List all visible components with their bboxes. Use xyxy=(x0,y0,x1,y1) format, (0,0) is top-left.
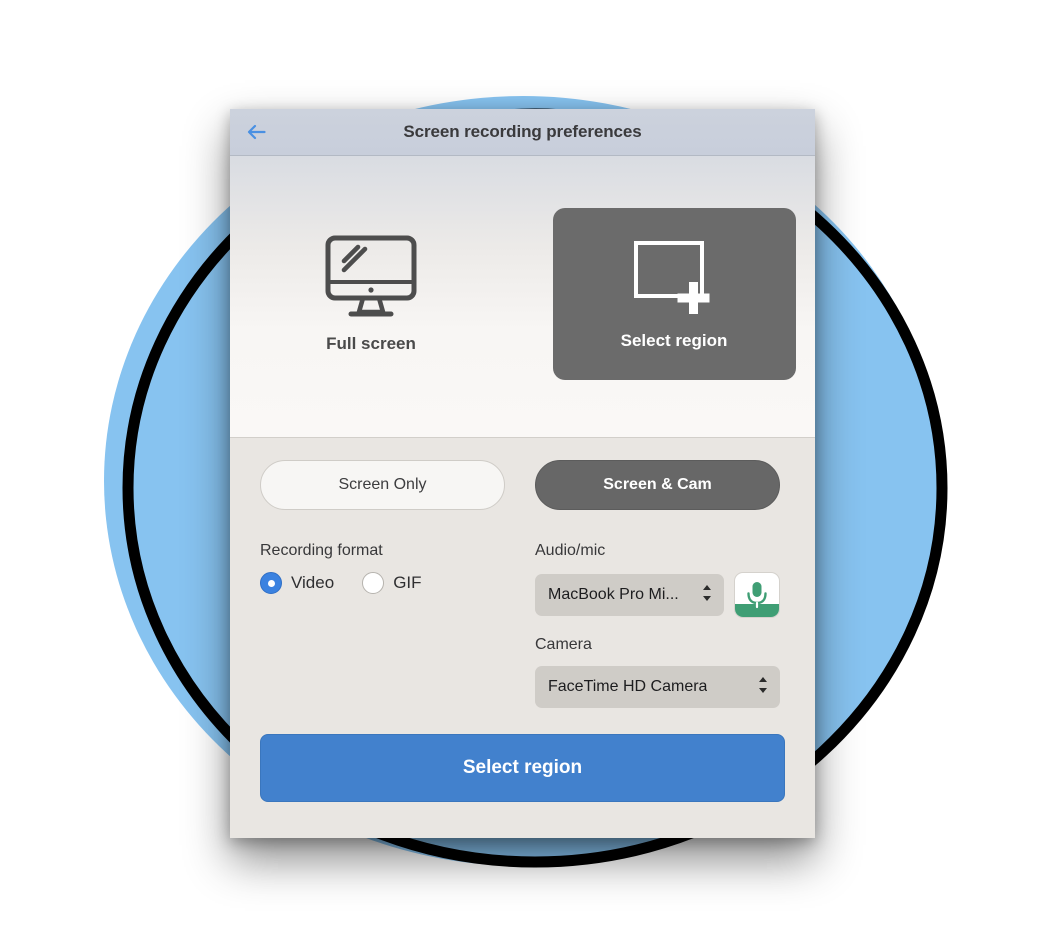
microphone-icon xyxy=(747,582,767,609)
audio-device-select[interactable]: MacBook Pro Mi... xyxy=(535,574,724,616)
recording-format-block: Recording format Video GIF xyxy=(260,542,505,708)
chevron-updown-icon xyxy=(701,583,713,608)
audio-device-value: MacBook Pro Mi... xyxy=(548,586,679,603)
preferences-window: Screen recording preferences Full screen xyxy=(230,109,815,838)
radio-gif-label: GIF xyxy=(393,573,422,592)
back-arrow-icon[interactable] xyxy=(242,117,272,147)
screenshot-canvas: Screen recording preferences Full screen xyxy=(0,0,1060,950)
mode-card-full-screen[interactable]: Full screen xyxy=(250,208,493,380)
toggle-screen-only[interactable]: Screen Only xyxy=(260,460,505,510)
region-crosshair-icon xyxy=(634,240,710,314)
monitor-icon xyxy=(325,235,417,316)
radio-video-indicator[interactable] xyxy=(260,572,282,594)
settings-columns: Recording format Video GIF Audio/mic Mac… xyxy=(260,542,785,708)
radio-video-label: Video xyxy=(291,573,335,592)
radio-gif-indicator[interactable] xyxy=(362,572,385,594)
mode-label-full-screen: Full screen xyxy=(326,333,416,353)
toggle-screen-only-label: Screen Only xyxy=(338,476,427,493)
audio-block: Audio/mic MacBook Pro Mi... xyxy=(535,542,780,618)
camera-device-select[interactable]: FaceTime HD Camera xyxy=(535,666,780,708)
toggle-screen-and-cam[interactable]: Screen & Cam xyxy=(535,460,780,510)
mode-card-select-region[interactable]: Select region xyxy=(552,207,796,380)
settings-section: Screen Only Screen & Cam Recording forma… xyxy=(230,438,815,838)
audio-row: MacBook Pro Mi... xyxy=(535,572,780,618)
camera-block: Camera FaceTime HD Camera xyxy=(535,636,780,708)
radio-option-video[interactable]: Video xyxy=(260,572,334,594)
radio-option-gif[interactable]: GIF xyxy=(362,572,422,594)
mode-label-select-region: Select region xyxy=(620,330,728,350)
recording-format-label: Recording format xyxy=(260,542,383,559)
window-titlebar: Screen recording preferences xyxy=(230,109,815,156)
camera-label: Camera xyxy=(535,636,592,653)
recording-format-options: Video GIF xyxy=(260,572,505,594)
device-settings-block: Audio/mic MacBook Pro Mi... Camera FaceT… xyxy=(535,542,780,708)
select-region-button-label: Select region xyxy=(462,757,583,778)
camera-device-value: FaceTime HD Camera xyxy=(548,678,708,695)
source-toggle-group: Screen Only Screen & Cam xyxy=(260,460,785,510)
audio-label: Audio/mic xyxy=(535,542,606,559)
chevron-updown-icon-camera xyxy=(757,675,769,700)
capture-mode-section: Full screen Select region xyxy=(230,156,815,438)
select-region-button[interactable]: Select region xyxy=(260,734,785,802)
toggle-screen-and-cam-label: Screen & Cam xyxy=(603,476,712,493)
mic-toggle-button[interactable] xyxy=(734,572,780,618)
page-title: Screen recording preferences xyxy=(403,122,642,141)
